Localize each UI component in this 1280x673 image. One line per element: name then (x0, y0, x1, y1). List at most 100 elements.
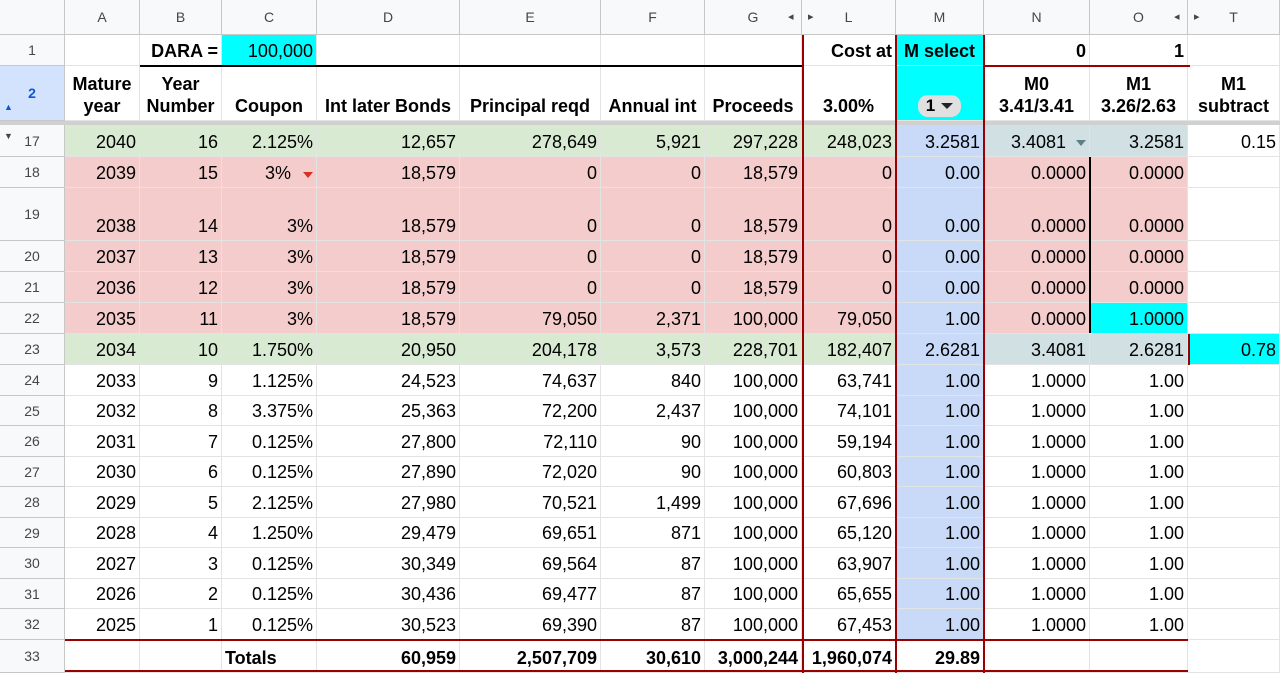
cell-c-row-25[interactable]: 3.375% (222, 396, 317, 426)
cell-c-row-32[interactable]: 0.125% (222, 609, 317, 640)
cell-t-row-26[interactable] (1188, 426, 1280, 457)
cell-f-row-21[interactable]: 0 (601, 272, 705, 303)
cell-n-row-22[interactable]: 0.0000 (984, 303, 1090, 334)
cell-l-row-23[interactable]: 182,407 (802, 334, 896, 365)
cell-a-row-20[interactable]: 2037 (65, 241, 140, 272)
cell-c-row-27[interactable]: 0.125% (222, 457, 317, 487)
cell-l-row-20[interactable]: 0 (802, 241, 896, 272)
cell-a-row-18[interactable]: 2039 (65, 157, 140, 188)
cell-o-row-31[interactable]: 1.00 (1090, 579, 1188, 609)
totals-f[interactable]: 30,610 (601, 640, 705, 673)
cell-c-row-18[interactable]: 3% (222, 157, 317, 188)
header-proceeds[interactable]: Proceeds (705, 66, 802, 121)
n1-value[interactable]: 0 (984, 35, 1090, 66)
cell-g-row-18[interactable]: 18,579 (705, 157, 802, 188)
row-header-26[interactable]: 26 (0, 426, 65, 457)
cell-a-row-25[interactable]: 2032 (65, 396, 140, 426)
cell-d-row-32[interactable]: 30,523 (317, 609, 460, 640)
cell-e-row-20[interactable]: 0 (460, 241, 601, 272)
cell-o-row-19[interactable]: 0.0000 (1090, 188, 1188, 241)
collapse-left-icon[interactable]: ◂ (1174, 10, 1180, 23)
cell-c-row-31[interactable]: 0.125% (222, 579, 317, 609)
cell-d-row-24[interactable]: 24,523 (317, 365, 460, 396)
cell-e-row-30[interactable]: 69,564 (460, 548, 601, 579)
dara-label[interactable]: DARA = (140, 35, 222, 66)
cell-f-row-18[interactable]: 0 (601, 157, 705, 188)
cell-e-row-24[interactable]: 74,637 (460, 365, 601, 396)
cell-l-row-27[interactable]: 60,803 (802, 457, 896, 487)
column-header-e[interactable]: E (460, 0, 601, 35)
cell-t-row-20[interactable] (1188, 241, 1280, 272)
row-header-22[interactable]: 22 (0, 303, 65, 334)
cell-d-row-18[interactable]: 18,579 (317, 157, 460, 188)
cell-n-row-18[interactable]: 0.0000 (984, 157, 1090, 188)
cell-o-row-26[interactable]: 1.00 (1090, 426, 1188, 457)
cell-b-row-31[interactable]: 2 (140, 579, 222, 609)
triangle-down-icon[interactable] (1076, 140, 1086, 146)
cell-g-row-23[interactable]: 228,701 (705, 334, 802, 365)
cell-g-row-21[interactable]: 18,579 (705, 272, 802, 303)
cell-f-row-20[interactable]: 0 (601, 241, 705, 272)
cell-o-row-20[interactable]: 0.0000 (1090, 241, 1188, 272)
cell-f-row-32[interactable]: 87 (601, 609, 705, 640)
cell-o-row-32[interactable]: 1.00 (1090, 609, 1188, 640)
cell-c-row-29[interactable]: 1.250% (222, 518, 317, 548)
cell-t1[interactable] (1188, 35, 1280, 66)
header-mature-year[interactable]: Mature year (65, 66, 140, 121)
cell-n-row-17[interactable]: 3.4081 (984, 125, 1090, 157)
cell-e-row-27[interactable]: 72,020 (460, 457, 601, 487)
cell-c-row-20[interactable]: 3% (222, 241, 317, 272)
cell-b-row-18[interactable]: 15 (140, 157, 222, 188)
cell-b-row-19[interactable]: 14 (140, 188, 222, 241)
cell-e-row-23[interactable]: 204,178 (460, 334, 601, 365)
cell-d-row-25[interactable]: 25,363 (317, 396, 460, 426)
header-m1[interactable]: M1 3.26/2.63 (1090, 66, 1188, 121)
totals-b[interactable] (140, 640, 222, 673)
row-header-27[interactable]: 27 (0, 457, 65, 487)
cell-b-row-23[interactable]: 10 (140, 334, 222, 365)
cell-c-row-17[interactable]: 2.125% (222, 125, 317, 157)
cell-e-row-28[interactable]: 70,521 (460, 487, 601, 518)
cell-b-row-26[interactable]: 7 (140, 426, 222, 457)
cell-e-row-31[interactable]: 69,477 (460, 579, 601, 609)
cell-e-row-26[interactable]: 72,110 (460, 426, 601, 457)
cell-f-row-24[interactable]: 840 (601, 365, 705, 396)
cell-g-row-30[interactable]: 100,000 (705, 548, 802, 579)
cell-e-row-32[interactable]: 69,390 (460, 609, 601, 640)
cell-l-row-24[interactable]: 63,741 (802, 365, 896, 396)
cell-a-row-19[interactable]: 2038 (65, 188, 140, 241)
row-header-17[interactable]: 17 ▼ (0, 125, 65, 157)
header-cost-rate[interactable]: 3.00% (802, 66, 896, 121)
cell-n-row-21[interactable]: 0.0000 (984, 272, 1090, 303)
cell-f-row-17[interactable]: 5,921 (601, 125, 705, 157)
cell-g-row-25[interactable]: 100,000 (705, 396, 802, 426)
cell-o-row-29[interactable]: 1.00 (1090, 518, 1188, 548)
row-header-28[interactable]: 28 (0, 487, 65, 518)
totals-t[interactable] (1188, 640, 1280, 673)
row-header-1[interactable]: 1 (0, 35, 65, 66)
cell-b-row-21[interactable]: 12 (140, 272, 222, 303)
cell-l-row-22[interactable]: 79,050 (802, 303, 896, 334)
cell-c-row-28[interactable]: 2.125% (222, 487, 317, 518)
cell-e-row-25[interactable]: 72,200 (460, 396, 601, 426)
cell-t-row-27[interactable] (1188, 457, 1280, 487)
cell-n-row-27[interactable]: 1.0000 (984, 457, 1090, 487)
cell-g-row-29[interactable]: 100,000 (705, 518, 802, 548)
cell-t-row-22[interactable] (1188, 303, 1280, 334)
cell-g-row-22[interactable]: 100,000 (705, 303, 802, 334)
cell-c-row-21[interactable]: 3% (222, 272, 317, 303)
totals-n[interactable] (984, 640, 1090, 673)
row-header-30[interactable]: 30 (0, 548, 65, 579)
cell-g-row-32[interactable]: 100,000 (705, 609, 802, 640)
cell-m-row-24[interactable]: 1.00 (896, 365, 984, 396)
row-header-18[interactable]: 18 (0, 157, 65, 188)
row-header-32[interactable]: 32 (0, 609, 65, 640)
cell-b-row-20[interactable]: 13 (140, 241, 222, 272)
cell-o-row-25[interactable]: 1.00 (1090, 396, 1188, 426)
column-header-a[interactable]: A (65, 0, 140, 35)
cell-o-row-17[interactable]: 3.2581 (1090, 125, 1188, 157)
column-header-d[interactable]: D (317, 0, 460, 35)
cell-m-row-18[interactable]: 0.00 (896, 157, 984, 188)
cell-t-row-21[interactable] (1188, 272, 1280, 303)
cell-d-row-28[interactable]: 27,980 (317, 487, 460, 518)
